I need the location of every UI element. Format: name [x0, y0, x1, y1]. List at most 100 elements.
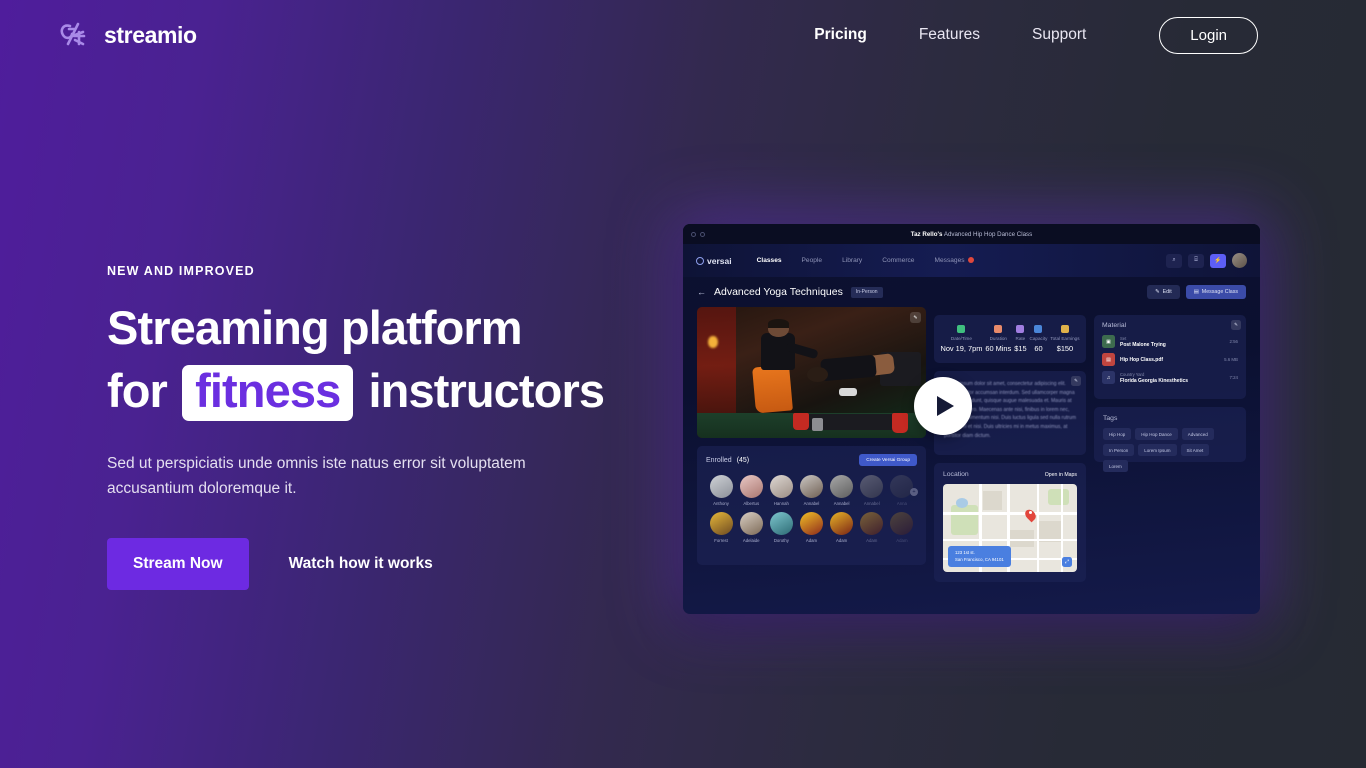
app-nav-classes[interactable]: Classes — [757, 257, 782, 264]
enrolled-title: Enrolled — [706, 456, 732, 464]
avatar — [709, 475, 733, 498]
tag-chip[interactable]: Lorem Ipsum — [1138, 444, 1177, 456]
tags-card: Tags Hip Hop Hip Hop Dance Advanced In Pers… — [1094, 407, 1246, 472]
watch-how-it-works-link[interactable]: Watch how it works — [289, 555, 433, 573]
tag-chip[interactable]: Hip Hop — [1103, 428, 1132, 440]
bolt-icon[interactable]: ⚡ — [1210, 253, 1226, 268]
site-header: streamio Pricing Features Support Login — [0, 0, 1366, 70]
stream-now-button[interactable]: Stream Now — [107, 538, 249, 591]
material-item[interactable]: ▤ Hip Hop Class.pdf 5.6 MB — [1102, 353, 1238, 366]
create-versai-group-button[interactable]: Create Versai Group — [859, 454, 917, 466]
material-item[interactable]: ♫ Country Yard Florida Georgia Kinesthetic… — [1102, 371, 1238, 384]
stat-label: Total Earnings — [1050, 336, 1080, 342]
enrolled-person[interactable]: Anthony — [706, 475, 736, 506]
photo-edit-icon[interactable]: ✎ — [910, 312, 921, 323]
tag-chip[interactable]: Sit Amet — [1180, 444, 1210, 456]
map-road — [1036, 484, 1039, 572]
hero-subtitle: Sed ut perspiciatis unde omnis iste natu… — [107, 454, 526, 498]
login-button[interactable]: Login — [1159, 16, 1258, 54]
enrolled-person[interactable]: Annabel — [857, 475, 887, 506]
stat-value: Nov 19, 7pm — [940, 343, 983, 353]
nav-item-support[interactable]: Support — [1006, 26, 1112, 44]
left-column: ✎ Enrolled (45) Create Versai Group Anth… — [697, 307, 926, 582]
avatar — [830, 512, 854, 535]
chat-icon: ▤ — [1193, 289, 1199, 295]
avatar[interactable] — [1232, 253, 1247, 268]
open-in-maps-link[interactable]: Open in Maps — [1045, 472, 1077, 478]
photo-dumbbell — [891, 413, 908, 433]
tag-chip[interactable]: In Person — [1103, 444, 1135, 456]
enrolled-person[interactable]: Albertus — [736, 475, 766, 506]
avatar — [860, 512, 884, 535]
app-preview: Taz Rello's Advanced Hip Hop Dance Class… — [683, 224, 1260, 614]
location-map[interactable]: 123 1st st. San Francisco, CA 94101 ⤢ — [943, 484, 1077, 572]
stat-value: 60 Mins — [985, 343, 1012, 353]
stat-label: Date/Time — [950, 336, 972, 342]
enrolled-person[interactable]: Adam — [796, 512, 826, 543]
enrolled-person[interactable]: Adam — [827, 512, 857, 543]
material-title: Material — [1102, 322, 1127, 329]
presentation-icon[interactable]: ⌸ — [1188, 253, 1204, 268]
avatar — [830, 475, 854, 498]
material-name: Florida Georgia Kinesthetics — [1120, 377, 1189, 384]
person-name: Adam — [805, 538, 818, 543]
play-icon — [937, 396, 954, 416]
class-header-actions: ✎ Edit ▤ Message Class — [1147, 285, 1246, 299]
app-nav-people[interactable]: People — [802, 257, 823, 264]
app-nav-library[interactable]: Library — [842, 257, 862, 264]
avatar — [799, 475, 823, 498]
tag-chip[interactable]: Hip Hop Dance — [1135, 428, 1178, 440]
brand-logo[interactable]: streamio — [56, 18, 197, 52]
edit-button[interactable]: ✎ Edit — [1147, 285, 1180, 299]
stat-label: Capacity — [1029, 336, 1048, 342]
show-more-badge[interactable]: + — [909, 488, 918, 496]
enrolled-person[interactable]: Adelaide — [736, 512, 766, 543]
material-edit-icon[interactable]: ✎ — [1231, 320, 1241, 330]
nav-item-pricing[interactable]: Pricing — [788, 26, 893, 44]
class-title: Advanced Yoga Techniques — [714, 286, 843, 298]
app-nav-messages[interactable]: Messages — [934, 257, 974, 264]
hero-section: NEW AND IMPROVED Streaming platform for … — [107, 264, 627, 591]
tag-chip[interactable]: Lorem — [1103, 460, 1128, 472]
map-expand-icon[interactable]: ⤢ — [1062, 557, 1072, 567]
enrolled-person[interactable]: Hannah — [766, 475, 796, 506]
hero-eyebrow: NEW AND IMPROVED — [107, 264, 255, 278]
class-photo: ✎ — [697, 307, 926, 438]
nav-item-features[interactable]: Features — [893, 26, 1006, 44]
app-nav-commerce[interactable]: Commerce — [882, 257, 914, 264]
photo-dumbbell — [793, 413, 810, 431]
message-class-button[interactable]: ▤ Message Class — [1185, 285, 1246, 299]
browser-titlebar: Taz Rello's Advanced Hip Hop Dance Class — [683, 224, 1260, 244]
material-item[interactable]: ▣ Set Post Malone Trying 2:56 — [1102, 335, 1238, 348]
enrolled-person[interactable]: Anna + — [887, 475, 918, 506]
class-page-header: ← Advanced Yoga Techniques In-Person ✎ Ed… — [683, 277, 1260, 307]
map-pin-icon — [1026, 509, 1035, 521]
tag-chip[interactable]: Advanced — [1181, 428, 1214, 440]
abstract-mark-icon — [56, 18, 90, 52]
stat-value: $15 — [1014, 343, 1027, 353]
location-title: Location — [943, 471, 969, 478]
enrolled-header: Enrolled (45) Create Versai Group — [706, 454, 917, 466]
app-nav: versai Classes People Library Commerce M… — [683, 244, 1260, 277]
enrolled-person[interactable]: Forrest — [706, 512, 736, 543]
enrolled-avatars: Anthony Albertus Hannah Annabel Annabel Annab… — [706, 475, 918, 543]
message-class-label: Message Class — [1201, 289, 1238, 295]
person-name: Adelaide — [742, 538, 760, 543]
enrolled-person[interactable]: Adam — [887, 512, 917, 543]
material-size: 5.6 MB — [1224, 357, 1238, 362]
enrolled-person[interactable]: Adam — [857, 512, 887, 543]
back-arrow-icon[interactable]: ← — [697, 287, 706, 297]
enrolled-person[interactable]: Dorothy — [766, 512, 796, 543]
versai-logo[interactable]: versai — [696, 256, 732, 266]
enrolled-person[interactable]: Annabel — [827, 475, 857, 506]
play-button[interactable] — [914, 377, 972, 435]
search-icon[interactable]: ⌕ — [1166, 253, 1182, 268]
edit-label: Edit — [1162, 289, 1172, 295]
enrolled-person[interactable]: Annabel — [796, 475, 826, 506]
avatar — [739, 512, 763, 535]
class-stats: Date/Time Nov 19, 7pm Duration 60 Mins Rate $… — [934, 315, 1086, 363]
window-title-owner: Taz Rello's — [910, 230, 943, 238]
person-name: Adam — [866, 538, 878, 543]
stat-item: Rate $15 — [1014, 325, 1027, 353]
address-line-2: San Francisco, CA 94101 — [955, 556, 1004, 562]
